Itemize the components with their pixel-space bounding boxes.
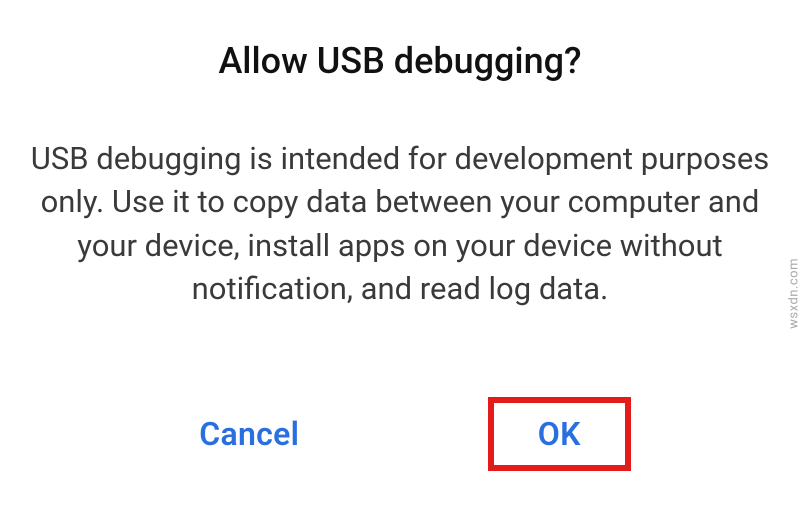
ok-button-highlight: OK: [488, 397, 631, 471]
dialog-message: USB debugging is intended for developmen…: [25, 137, 775, 372]
dialog-actions: Cancel OK: [25, 397, 775, 516]
usb-debugging-dialog: Allow USB debugging? USB debugging is in…: [0, 0, 800, 516]
watermark-text: wsxdn.com: [787, 258, 800, 329]
ok-button[interactable]: OK: [518, 405, 601, 463]
cancel-button[interactable]: Cancel: [179, 405, 319, 463]
dialog-title: Allow USB debugging?: [25, 40, 775, 82]
